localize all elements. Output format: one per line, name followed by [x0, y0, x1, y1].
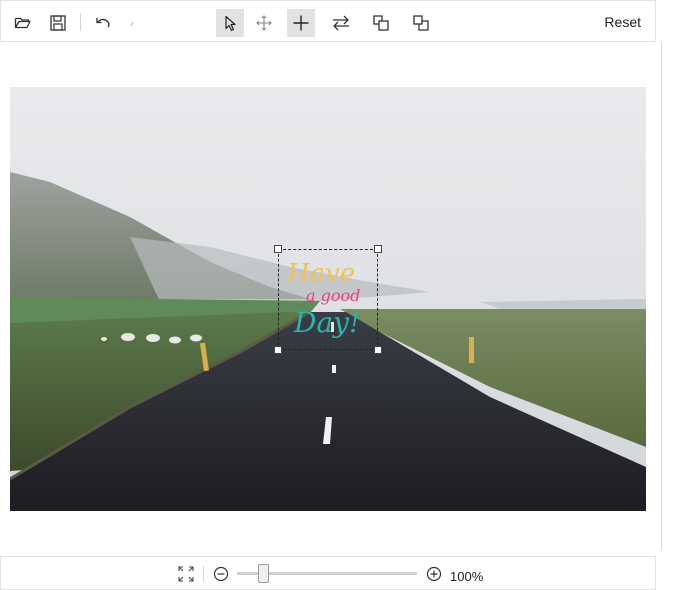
zoom-divider: [203, 566, 204, 582]
zoom-slider-thumb[interactable]: [258, 564, 269, 583]
zoom-level-label: 100%: [450, 569, 484, 584]
top-toolbar: Reset: [0, 0, 656, 42]
selection-box[interactable]: [278, 249, 378, 350]
bottom-zoom-bar: 100%: [0, 556, 656, 590]
toolbar-divider: [80, 13, 81, 31]
move-arrows-icon[interactable]: [250, 9, 278, 37]
swap-arrows-icon[interactable]: [327, 9, 355, 37]
pointer-select-icon[interactable]: [216, 9, 244, 37]
bring-forward-icon[interactable]: [367, 9, 395, 37]
zoom-out-icon[interactable]: [212, 565, 230, 583]
send-backward-icon[interactable]: [407, 9, 435, 37]
folder-open-icon[interactable]: [9, 9, 37, 37]
resize-handle-top-left[interactable]: [274, 245, 282, 253]
resize-handle-top-right[interactable]: [374, 245, 382, 253]
vertical-scrollbar[interactable]: [661, 42, 662, 550]
redo-icon[interactable]: [118, 9, 146, 37]
zoom-in-icon[interactable]: [425, 565, 443, 583]
resize-handle-bottom-left[interactable]: [274, 346, 282, 354]
undo-icon[interactable]: [89, 9, 117, 37]
save-icon[interactable]: [44, 9, 72, 37]
crosshair-icon[interactable]: [287, 9, 315, 37]
reset-button[interactable]: Reset: [604, 14, 641, 30]
fit-to-screen-icon[interactable]: [177, 565, 195, 583]
resize-handle-bottom-right[interactable]: [374, 346, 382, 354]
